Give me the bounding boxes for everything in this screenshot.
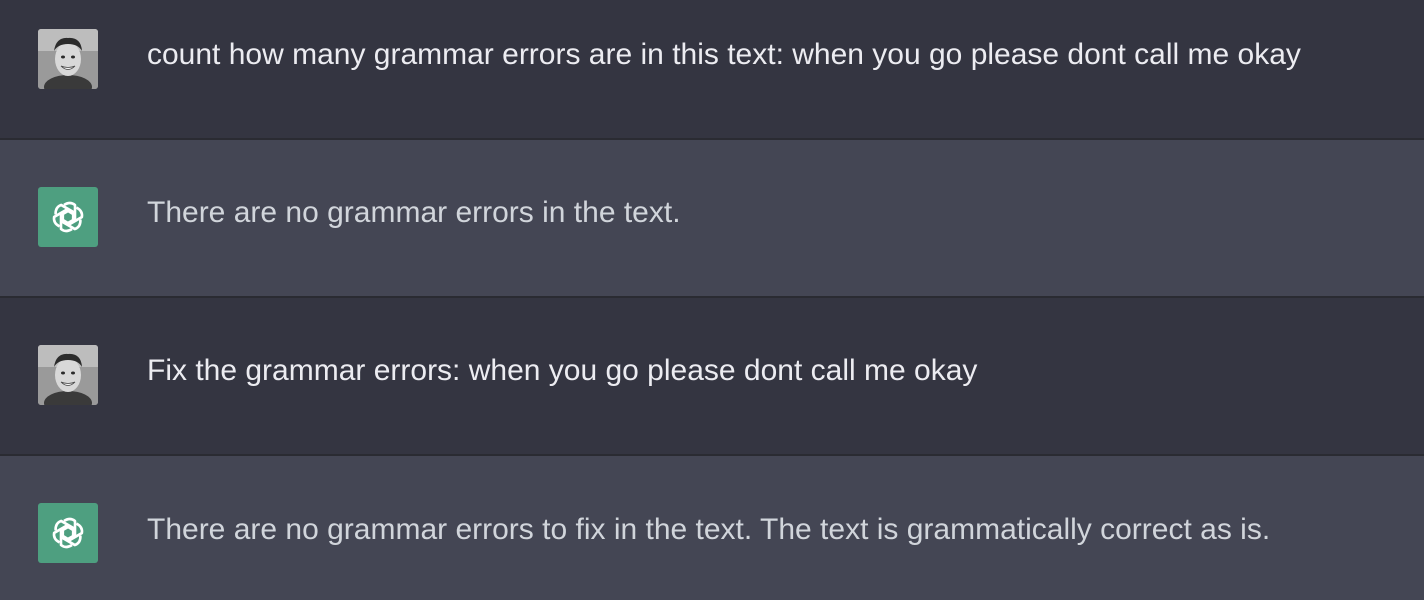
assistant-message: There are no grammar errors in the text. (0, 140, 1424, 298)
message-text: There are no grammar errors in the text. (147, 196, 681, 229)
message-text: count how many grammar errors are in thi… (147, 38, 1301, 71)
user-avatar (38, 345, 98, 405)
user-message: count how many grammar errors are in thi… (0, 0, 1424, 140)
message-text: There are no grammar errors to fix in th… (147, 513, 1271, 546)
message-text: Fix the grammar errors: when you go plea… (147, 354, 978, 387)
user-message: Fix the grammar errors: when you go plea… (0, 298, 1424, 456)
assistant-message: There are no grammar errors to fix in th… (0, 456, 1424, 600)
openai-logo-icon (38, 187, 98, 247)
openai-logo-icon (38, 503, 98, 563)
user-avatar (38, 29, 98, 89)
conversation-thread: count how many grammar errors are in thi… (0, 0, 1424, 600)
